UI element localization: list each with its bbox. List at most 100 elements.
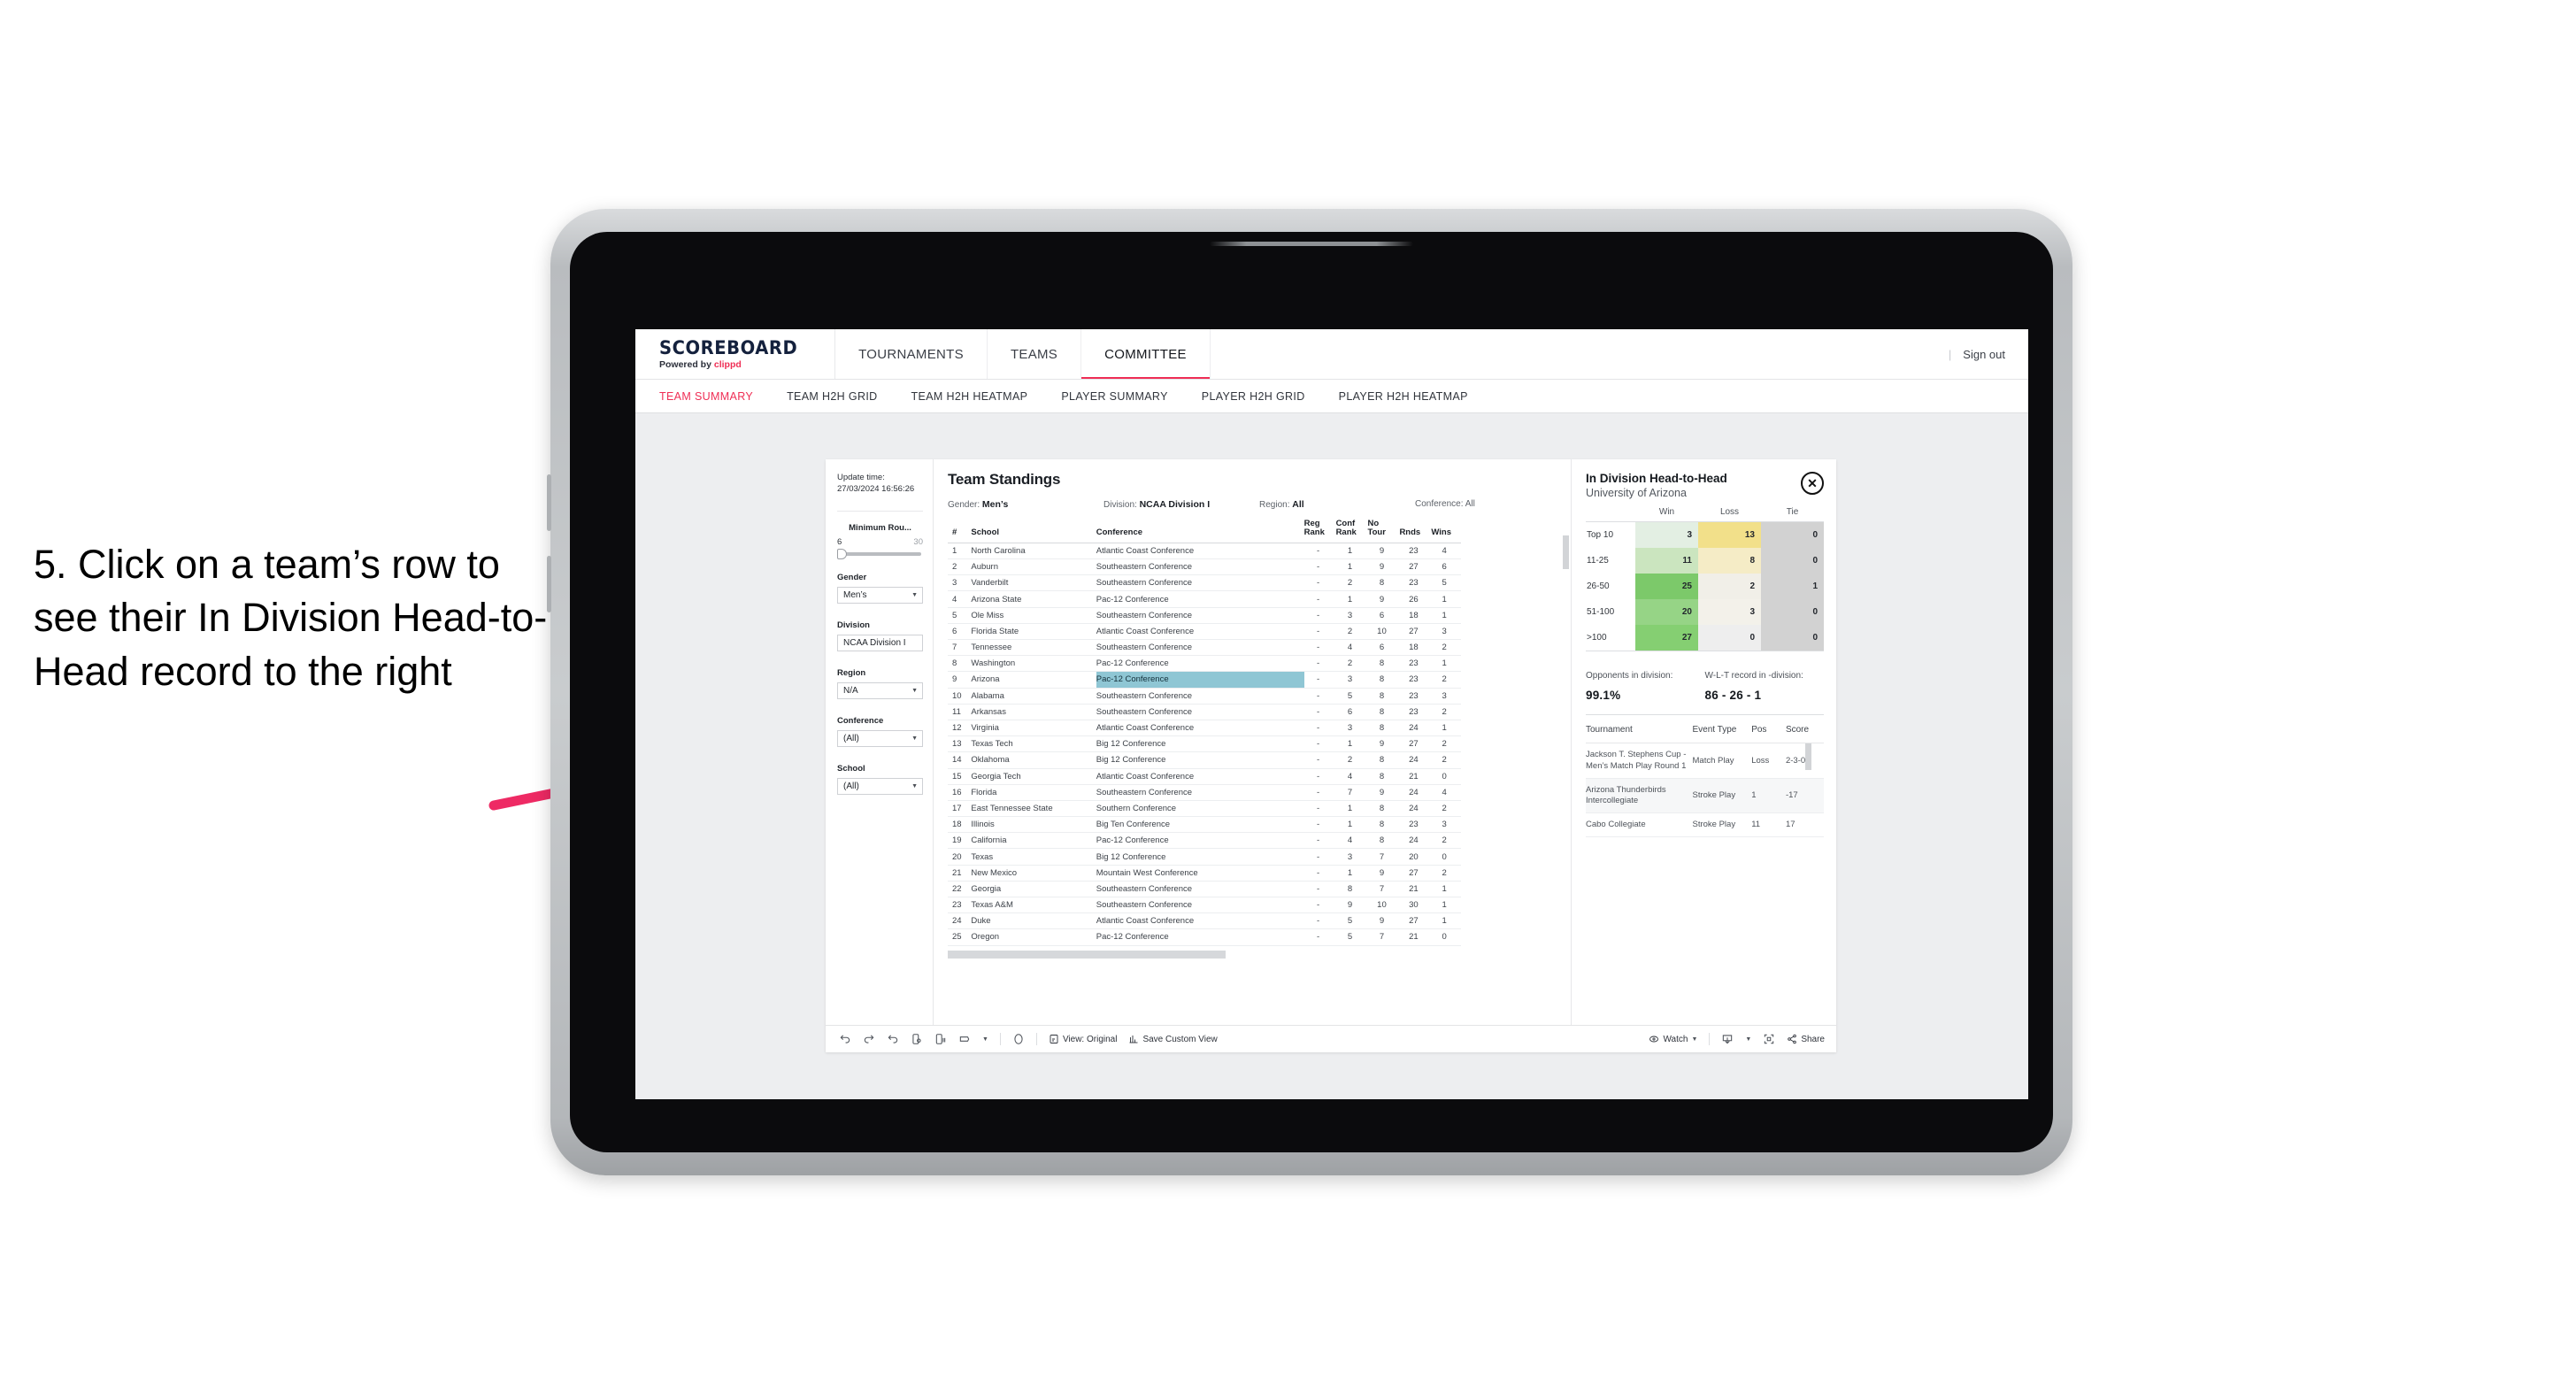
division-select[interactable]: NCAA Division I [837,634,923,651]
cell-rank: 9 [948,671,972,689]
table-row[interactable]: 6 Florida State Atlantic Coast Conference -… [948,623,1461,641]
gender-select[interactable]: Men’s ▼ [837,586,923,604]
cell-conference: Southeastern Conference [1096,784,1304,801]
cell-wins: 1 [1431,655,1461,673]
table-row[interactable]: 14 Oklahoma Big 12 Conference -2 8 24 2 [948,751,1461,769]
table-row[interactable]: 15 Georgia Tech Atlantic Coast Conference -… [948,768,1461,785]
h2h-bucket-label: 51-100 [1586,599,1635,626]
tab-team-h2h-grid[interactable]: TEAM H2H GRID [787,390,894,403]
cell-rnds: 21 [1399,928,1432,946]
slider-handle[interactable] [837,548,847,559]
refresh-data-icon[interactable] [911,1033,923,1045]
table-row[interactable]: 22 Georgia Southeastern Conference -8 7 21 1 [948,881,1461,898]
tab-player-summary[interactable]: PLAYER SUMMARY [1061,390,1184,403]
cell-no-tour: 9 [1367,784,1400,801]
tab-player-h2h-grid[interactable]: PLAYER H2H GRID [1202,390,1322,403]
table-row[interactable]: 2 Auburn Southeastern Conference -1 9 27 6 [948,558,1461,576]
table-row[interactable]: 23 Texas A&M Southeastern Conference -9 10 30… [948,897,1461,914]
sign-out-link[interactable]: Sign out [1963,348,2005,361]
table-row[interactable]: 13 Texas Tech Big 12 Conference -1 9 27 2 [948,735,1461,753]
tab-team-summary[interactable]: TEAM SUMMARY [659,390,770,403]
share-button[interactable]: Share [1787,1034,1825,1044]
school-label: School [837,763,865,774]
list-item[interactable]: Jackson T. Stephens Cup - Men’s Match Pl… [1586,743,1824,779]
cell-reg-rank: - [1303,639,1336,657]
download-icon[interactable] [1721,1033,1734,1045]
chevron-down-icon[interactable]: ▼ [1745,1036,1751,1043]
filter-gender: Gender Men’s ▼ [837,573,923,604]
cell-rank: 5 [948,607,972,624]
col-conference[interactable]: Conference [1096,520,1304,543]
chevron-down-icon[interactable]: ▼ [982,1036,988,1043]
cell-wins: 4 [1431,784,1461,801]
cell-no-tour: 7 [1367,881,1400,898]
redo-icon[interactable] [863,1033,875,1045]
cell-no-tour: 8 [1367,704,1400,720]
pause-auto-updates-icon[interactable] [934,1033,947,1045]
table-row[interactable]: 25 Oregon Pac-12 Conference -5 7 21 0 [948,928,1461,946]
opponents-value: 99.1% [1586,689,1621,703]
table-row[interactable]: 3 Vanderbilt Southeastern Conference -2 8 23 5 [948,574,1461,592]
revert-icon[interactable] [887,1033,899,1045]
fullscreen-icon[interactable] [1763,1033,1775,1045]
table-horizontal-scrollbar[interactable] [948,950,1226,959]
device-preview-icon[interactable] [1012,1033,1025,1045]
brand-logo[interactable]: SCOREBOARD Powered by clippd [635,329,836,379]
tab-player-h2h-heatmap[interactable]: PLAYER H2H HEATMAP [1339,390,1485,403]
table-row[interactable]: 1 North Carolina Atlantic Coast Conference… [948,543,1461,560]
table-row[interactable]: 4 Arizona State Pac-12 Conference -1 9 26 1 [948,590,1461,608]
col-wins[interactable]: Wins [1431,520,1461,543]
table-row[interactable]: 17 East Tennessee State Southern Conferenc… [948,800,1461,818]
cell-no-tour: 10 [1367,623,1400,641]
cell-conf-rank: 4 [1335,768,1368,785]
tab-team-h2h-heatmap[interactable]: TEAM H2H HEATMAP [911,390,1045,403]
table-row[interactable]: 16 Florida Southeastern Conference -7 9 24 4 [948,784,1461,801]
table-vertical-scrollbar[interactable] [1563,535,1569,569]
tournament-scrollbar[interactable] [1805,743,1811,771]
summary-conference: Conference: All [1415,499,1571,510]
table-row[interactable]: 8 Washington Pac-12 Conference -2 8 23 1 [948,655,1461,673]
conference-select[interactable]: (All) ▼ [837,729,923,747]
col-no-tour[interactable]: No Tour [1367,520,1400,543]
table-row[interactable]: 10 Alabama Southeastern Conference -5 8 23 3 [948,688,1461,705]
tournament-name: Arizona Thunderbirds Intercollegiate [1586,778,1693,814]
conference-value: (All) [843,733,859,743]
minimum-rounds-slider[interactable] [837,548,921,559]
col-conf-rank[interactable]: Conf Rank [1335,520,1368,543]
undo-icon[interactable] [839,1033,851,1045]
col-school[interactable]: School [971,520,1096,543]
nav-item-committee[interactable]: COMMITTEE [1081,329,1211,379]
summary-division: Division: NCAA Division I [1103,499,1259,510]
view-original-button[interactable]: View: Original [1049,1034,1118,1044]
cell-rank: 6 [948,623,972,641]
list-item[interactable]: Arizona Thunderbirds Intercollegiate Stro… [1586,778,1824,814]
col-rnds[interactable]: Rnds [1399,520,1432,543]
nav-item-teams[interactable]: TEAMS [988,329,1082,379]
table-row[interactable]: 24 Duke Atlantic Coast Conference -5 9 27 1 [948,912,1461,930]
table-row[interactable]: 21 New Mexico Mountain West Conference -1 9 2… [948,865,1461,882]
table-row[interactable]: 19 California Pac-12 Conference -4 8 24 2 [948,832,1461,850]
list-item[interactable]: Cabo Collegiate Stroke Play 11 17 [1586,812,1824,838]
table-row[interactable]: 20 Texas Big 12 Conference -3 7 20 0 [948,848,1461,866]
save-custom-view-button[interactable]: Save Custom View [1128,1034,1218,1044]
cell-no-tour: 8 [1367,720,1400,737]
close-icon[interactable]: ✕ [1801,472,1824,495]
school-select[interactable]: (All) ▼ [837,777,923,795]
region-select[interactable]: N/A ▼ [837,681,923,699]
table-row[interactable]: 12 Virginia Atlantic Coast Conference -3 8 24… [948,720,1461,737]
table-row[interactable]: 18 Illinois Big Ten Conference -1 8 23 3 [948,816,1461,834]
watch-button[interactable]: Watch ▼ [1649,1034,1697,1044]
nav-item-tournaments[interactable]: TOURNAMENTS [835,329,988,379]
h2h-loss-cell: 13 [1698,521,1761,549]
cell-conference: Pac-12 Conference [1096,928,1304,946]
table-row[interactable]: 11 Arkansas Southeastern Conference -6 8 23 2 [948,704,1461,720]
chevron-down-icon: ▼ [1691,1036,1698,1043]
table-row[interactable]: 9 Arizona Pac-12 Conference -3 8 23 2 [948,671,1461,689]
standings-body: 1 North Carolina Atlantic Coast Conference… [948,543,1461,960]
table-row[interactable]: 7 Tennessee Southeastern Conference -4 6 18 2 [948,639,1461,657]
highlight-icon[interactable] [958,1033,971,1045]
col-reg-rank[interactable]: Reg Rank [1303,520,1336,543]
col-rank[interactable]: # [948,520,972,543]
view-original-label: View: Original [1062,1034,1118,1044]
table-row[interactable]: 5 Ole Miss Southeastern Conference -3 6 18 1 [948,607,1461,624]
